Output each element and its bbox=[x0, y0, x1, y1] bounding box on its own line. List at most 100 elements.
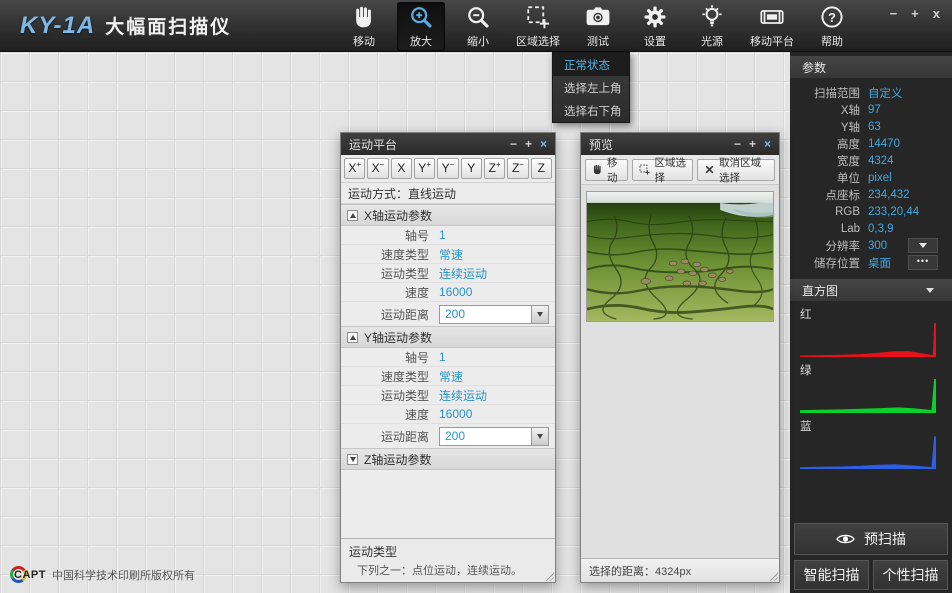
axis-jog-buttons: X+X−XY+Y−YZ+Z−Z bbox=[341, 155, 555, 183]
param-label: 轴号 bbox=[341, 349, 429, 366]
param-value[interactable]: 16000 bbox=[439, 285, 472, 299]
motion-panel-controls: − + × bbox=[510, 137, 547, 151]
motion-param-row: 运动类型连续运动 bbox=[341, 264, 555, 283]
param-value[interactable]: 常速 bbox=[439, 246, 463, 263]
preview-button[interactable]: 取消区域选择 bbox=[697, 159, 775, 181]
preview-button-label: 区域选择 bbox=[654, 155, 686, 185]
distance-combobox[interactable]: 200 bbox=[439, 427, 549, 446]
param-value[interactable]: 1 bbox=[439, 228, 446, 242]
menu-item[interactable]: 正常状态 bbox=[553, 53, 629, 76]
motion-param-row: 速度16000 bbox=[341, 283, 555, 302]
param-value[interactable]: 97 bbox=[868, 104, 952, 116]
param-value[interactable]: 16000 bbox=[439, 407, 472, 421]
param-value[interactable]: 连续运动 bbox=[439, 387, 487, 404]
toolbar-button-region-select[interactable]: 区域选择 bbox=[511, 2, 565, 51]
histogram-block: 绿 bbox=[790, 357, 952, 413]
param-label: Y轴 bbox=[790, 119, 860, 135]
browse-ellipsis-button[interactable]: ••• bbox=[908, 255, 938, 270]
axis-jog-button-y-minusplus[interactable]: Y+ bbox=[414, 158, 435, 179]
param-value[interactable]: 300 bbox=[868, 240, 908, 252]
param-label: 速度类型 bbox=[341, 368, 429, 385]
param-value[interactable]: 233,20,44 bbox=[868, 206, 952, 218]
param-value[interactable]: 234,432 bbox=[868, 189, 952, 201]
section-header[interactable]: Y轴运动参数 bbox=[341, 326, 555, 348]
param-value[interactable]: 1 bbox=[439, 350, 446, 364]
axis-jog-button-x-minusplus[interactable]: X+ bbox=[344, 158, 365, 179]
preview-button[interactable]: 区域选择 bbox=[632, 159, 693, 181]
param-value[interactable]: 14470 bbox=[868, 138, 952, 150]
chevron-down-icon[interactable] bbox=[531, 306, 548, 323]
eye-icon bbox=[836, 532, 855, 546]
menu-item[interactable]: 选择右下角 bbox=[553, 99, 629, 122]
section-title: X轴运动参数 bbox=[364, 207, 432, 224]
toolbar-button-zoom-in[interactable]: 放大 bbox=[397, 2, 445, 51]
param-value[interactable]: 4324 bbox=[868, 155, 952, 167]
resolution-dropdown-button[interactable] bbox=[908, 238, 938, 253]
toolbar-button-light-source[interactable]: 光源 bbox=[688, 2, 736, 51]
toolbar-button-help[interactable]: ?帮助 bbox=[808, 2, 856, 51]
collapse-icon[interactable] bbox=[347, 332, 358, 343]
param-value[interactable]: 桌面 bbox=[868, 255, 908, 271]
expand-icon[interactable] bbox=[347, 454, 358, 465]
prescan-label: 预扫描 bbox=[864, 529, 906, 549]
param-value[interactable]: pixel bbox=[868, 172, 952, 184]
distance-combobox[interactable]: 200 bbox=[439, 305, 549, 324]
combobox-value[interactable]: 200 bbox=[440, 306, 531, 323]
panel-minimize-button[interactable]: − bbox=[734, 137, 741, 151]
resize-grip[interactable] bbox=[768, 571, 778, 581]
window-minimize-button[interactable]: − bbox=[890, 6, 898, 21]
toolbar-button-test[interactable]: 测试 bbox=[574, 2, 622, 51]
param-value[interactable]: 常速 bbox=[439, 368, 463, 385]
panel-minimize-button[interactable]: − bbox=[510, 137, 517, 151]
preview-image[interactable] bbox=[586, 191, 774, 322]
window-maximize-button[interactable]: + bbox=[911, 6, 919, 21]
toolbar-button-settings[interactable]: 设置 bbox=[631, 2, 679, 51]
param-value[interactable]: 连续运动 bbox=[439, 265, 487, 282]
axis-jog-button-z[interactable]: Z bbox=[531, 158, 552, 179]
panel-close-button[interactable]: × bbox=[764, 137, 771, 151]
param-label: RGB bbox=[790, 206, 860, 218]
axis-jog-button-z-minusplus[interactable]: Z+ bbox=[484, 158, 505, 179]
sidebar-param-row: 单位 pixel bbox=[790, 169, 952, 186]
param-label: 运动距离 bbox=[341, 428, 429, 445]
axis-jog-button-y[interactable]: Y bbox=[461, 158, 482, 179]
param-label: 单位 bbox=[790, 170, 860, 186]
smart-scan-button[interactable]: 智能扫描 bbox=[794, 560, 869, 590]
axis-jog-button-x-minus[interactable]: X− bbox=[367, 158, 388, 179]
menu-item[interactable]: 选择左上角 bbox=[553, 76, 629, 99]
toolbar-button-move[interactable]: 移动 bbox=[340, 2, 388, 51]
section-header[interactable]: Z轴运动参数 bbox=[341, 448, 555, 470]
selection-distance-label: 选择的距离：4324px bbox=[589, 563, 691, 579]
zoom-in-icon bbox=[409, 5, 433, 29]
param-value[interactable]: 自定义 bbox=[868, 85, 952, 101]
window-close-button[interactable]: x bbox=[933, 6, 940, 21]
sidebar-param-row: 宽度4324 bbox=[790, 152, 952, 169]
toolbar-button-motion-platform[interactable]: 移动平台 bbox=[745, 2, 799, 51]
preview-toolbar: 移动区域选择取消区域选择 bbox=[581, 155, 779, 185]
axis-jog-button-z-minus[interactable]: Z− bbox=[507, 158, 528, 179]
preview-panel-controls: − + × bbox=[734, 137, 771, 151]
param-value[interactable]: 0,3,9 bbox=[868, 223, 952, 235]
sidebar-param-row: RGB 233,20,44 bbox=[790, 203, 952, 220]
panel-maximize-button[interactable]: + bbox=[525, 137, 532, 151]
combobox-value[interactable]: 200 bbox=[440, 428, 531, 445]
preview-viewport[interactable] bbox=[581, 185, 779, 558]
param-label: 轴号 bbox=[341, 227, 429, 244]
motion-panel-titlebar[interactable]: 运动平台 − + × bbox=[341, 133, 555, 155]
toolbar-button-zoom-out[interactable]: 缩小 bbox=[454, 2, 502, 51]
preview-button[interactable]: 移动 bbox=[585, 159, 628, 181]
sidebar-param-row: 高度14470 bbox=[790, 135, 952, 152]
axis-jog-button-y-minus[interactable]: Y− bbox=[437, 158, 458, 179]
param-value[interactable]: 63 bbox=[868, 121, 952, 133]
preview-panel-title: 预览 bbox=[589, 136, 613, 153]
chevron-down-icon[interactable] bbox=[531, 428, 548, 445]
preview-panel-titlebar[interactable]: 预览 − + × bbox=[581, 133, 779, 155]
section-header[interactable]: X轴运动参数 bbox=[341, 204, 555, 226]
custom-scan-button[interactable]: 个性扫描 bbox=[873, 560, 948, 590]
axis-jog-button-x[interactable]: X bbox=[391, 158, 412, 179]
panel-close-button[interactable]: × bbox=[540, 137, 547, 151]
panel-maximize-button[interactable]: + bbox=[749, 137, 756, 151]
collapse-icon[interactable] bbox=[347, 210, 358, 221]
prescan-button[interactable]: 预扫描 bbox=[794, 523, 948, 555]
histogram-header[interactable]: 直方图 bbox=[790, 279, 952, 301]
